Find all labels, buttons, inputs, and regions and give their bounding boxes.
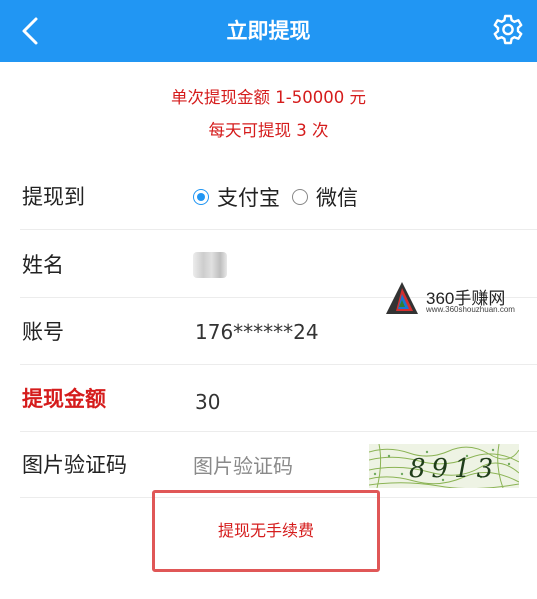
account-row: 账号 176******24 bbox=[0, 299, 537, 365]
settings-button[interactable] bbox=[491, 13, 525, 47]
wechat-radio[interactable] bbox=[292, 189, 308, 205]
amount-row: 提现金额 30 bbox=[0, 366, 537, 432]
daily-limit-notice: 每天可提现 3 次 bbox=[208, 121, 329, 140]
captcha-label: 图片验证码 bbox=[22, 453, 127, 477]
alipay-option[interactable]: 支付宝 bbox=[193, 182, 280, 212]
captcha-input[interactable] bbox=[193, 446, 353, 486]
divider bbox=[20, 229, 537, 230]
blurred-name-value bbox=[193, 252, 227, 278]
wechat-label: 微信 bbox=[316, 186, 358, 210]
name-label: 姓名 bbox=[22, 253, 64, 277]
amount-input[interactable]: 30 bbox=[195, 366, 220, 438]
account-label: 账号 bbox=[22, 320, 64, 344]
gear-icon bbox=[493, 14, 523, 45]
amount-label: 提现金额 bbox=[22, 387, 106, 411]
withdraw-to-label: 提现到 bbox=[22, 185, 85, 209]
wechat-option[interactable]: 微信 bbox=[292, 182, 358, 212]
fee-note-text: 提现无手续费 bbox=[217, 521, 314, 540]
withdraw-method-group: 支付宝 微信 bbox=[193, 164, 370, 230]
divider bbox=[20, 364, 537, 365]
top-bar: 立即提现 bbox=[0, 0, 537, 62]
captcha-text: 8913 bbox=[409, 454, 499, 484]
alipay-label: 支付宝 bbox=[217, 186, 280, 210]
alipay-radio[interactable] bbox=[193, 189, 209, 205]
account-value: 176******24 bbox=[195, 320, 319, 344]
withdraw-to-row: 提现到 支付宝 微信 bbox=[0, 164, 537, 230]
limit-notice: 单次提现金额 1-50000 元 bbox=[171, 88, 366, 107]
fee-note-box: 提现无手续费 bbox=[152, 490, 380, 572]
page-title: 立即提现 bbox=[226, 19, 311, 43]
captcha-image[interactable]: 8913 bbox=[369, 444, 519, 488]
